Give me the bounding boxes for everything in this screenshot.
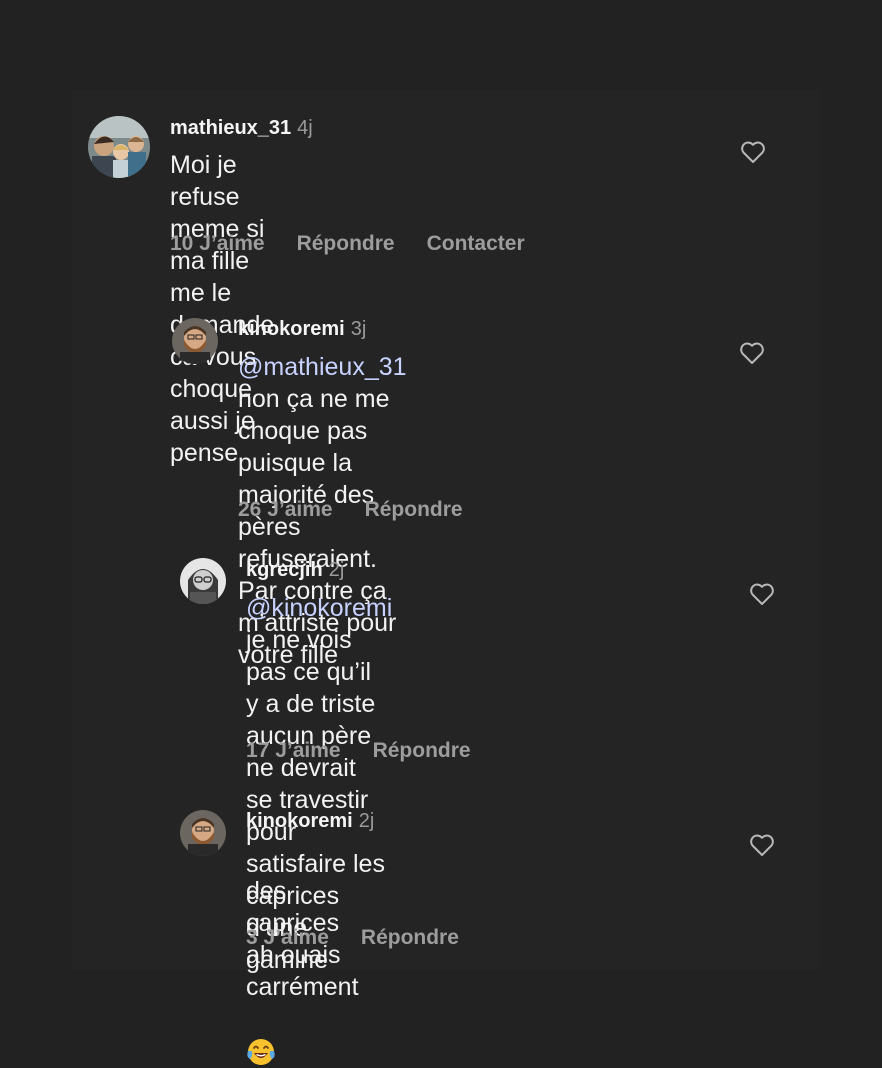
heart-icon[interactable] — [739, 341, 765, 365]
heart-icon[interactable] — [749, 582, 775, 606]
username[interactable]: kinokoremi — [238, 318, 345, 340]
mention-link[interactable]: @mathieux_31 — [238, 353, 407, 381]
face-with-tears-of-joy-emoji-icon — [247, 1039, 275, 1066]
comment-actions: 26 J’aime Répondre — [238, 497, 495, 523]
avatar[interactable] — [88, 116, 150, 178]
heart-icon[interactable] — [749, 833, 775, 857]
username[interactable]: kinokoremi — [246, 810, 353, 832]
bearded-man-avatar-icon — [180, 810, 226, 856]
comment-actions: 17 J’aime Répondre — [246, 738, 503, 764]
mention-link[interactable]: @kinokoremi — [246, 594, 392, 622]
comments-screen: mathieux_31 4j Moi je refuse meme si ma f… — [0, 0, 882, 1068]
avatar[interactable] — [172, 318, 218, 364]
like-count[interactable]: 10 J’aime — [170, 231, 265, 257]
timestamp: 4j — [297, 117, 313, 139]
username[interactable]: mathieux_31 — [170, 117, 291, 139]
comment-header: kgrecjih 2j — [246, 558, 344, 582]
comment-header: kinokoremi 3j — [238, 317, 366, 341]
heart-icon[interactable] — [740, 140, 766, 164]
comment-actions: 3 J’aime Répondre — [246, 925, 491, 951]
timestamp: 2j — [358, 810, 375, 832]
timestamp: 2j — [328, 559, 345, 581]
avatar[interactable] — [180, 810, 226, 856]
username[interactable]: kgrecjih — [246, 559, 323, 581]
like-count[interactable]: 3 J’aime — [246, 925, 329, 951]
comment-actions: 10 J’aime Répondre Contacter — [170, 231, 557, 257]
contact-button[interactable]: Contacter — [427, 231, 525, 257]
reply-button[interactable]: Répondre — [365, 497, 463, 523]
woman-glasses-avatar-icon — [180, 558, 226, 604]
reply-button[interactable]: Répondre — [361, 925, 459, 951]
reply-button[interactable]: Répondre — [373, 738, 471, 764]
comment-header: kinokoremi 2j — [246, 809, 374, 833]
like-count[interactable]: 17 J’aime — [246, 738, 341, 764]
reply-button[interactable]: Répondre — [297, 231, 395, 257]
comment-header: mathieux_31 4j — [170, 116, 313, 140]
avatar[interactable] — [180, 558, 226, 604]
like-count[interactable]: 26 J’aime — [238, 497, 333, 523]
family-photo-avatar-icon — [88, 116, 150, 178]
bearded-man-avatar-icon — [172, 318, 218, 364]
timestamp: 3j — [350, 318, 367, 340]
comment-text: des caprices ah ouais carrément — [246, 843, 359, 1067]
